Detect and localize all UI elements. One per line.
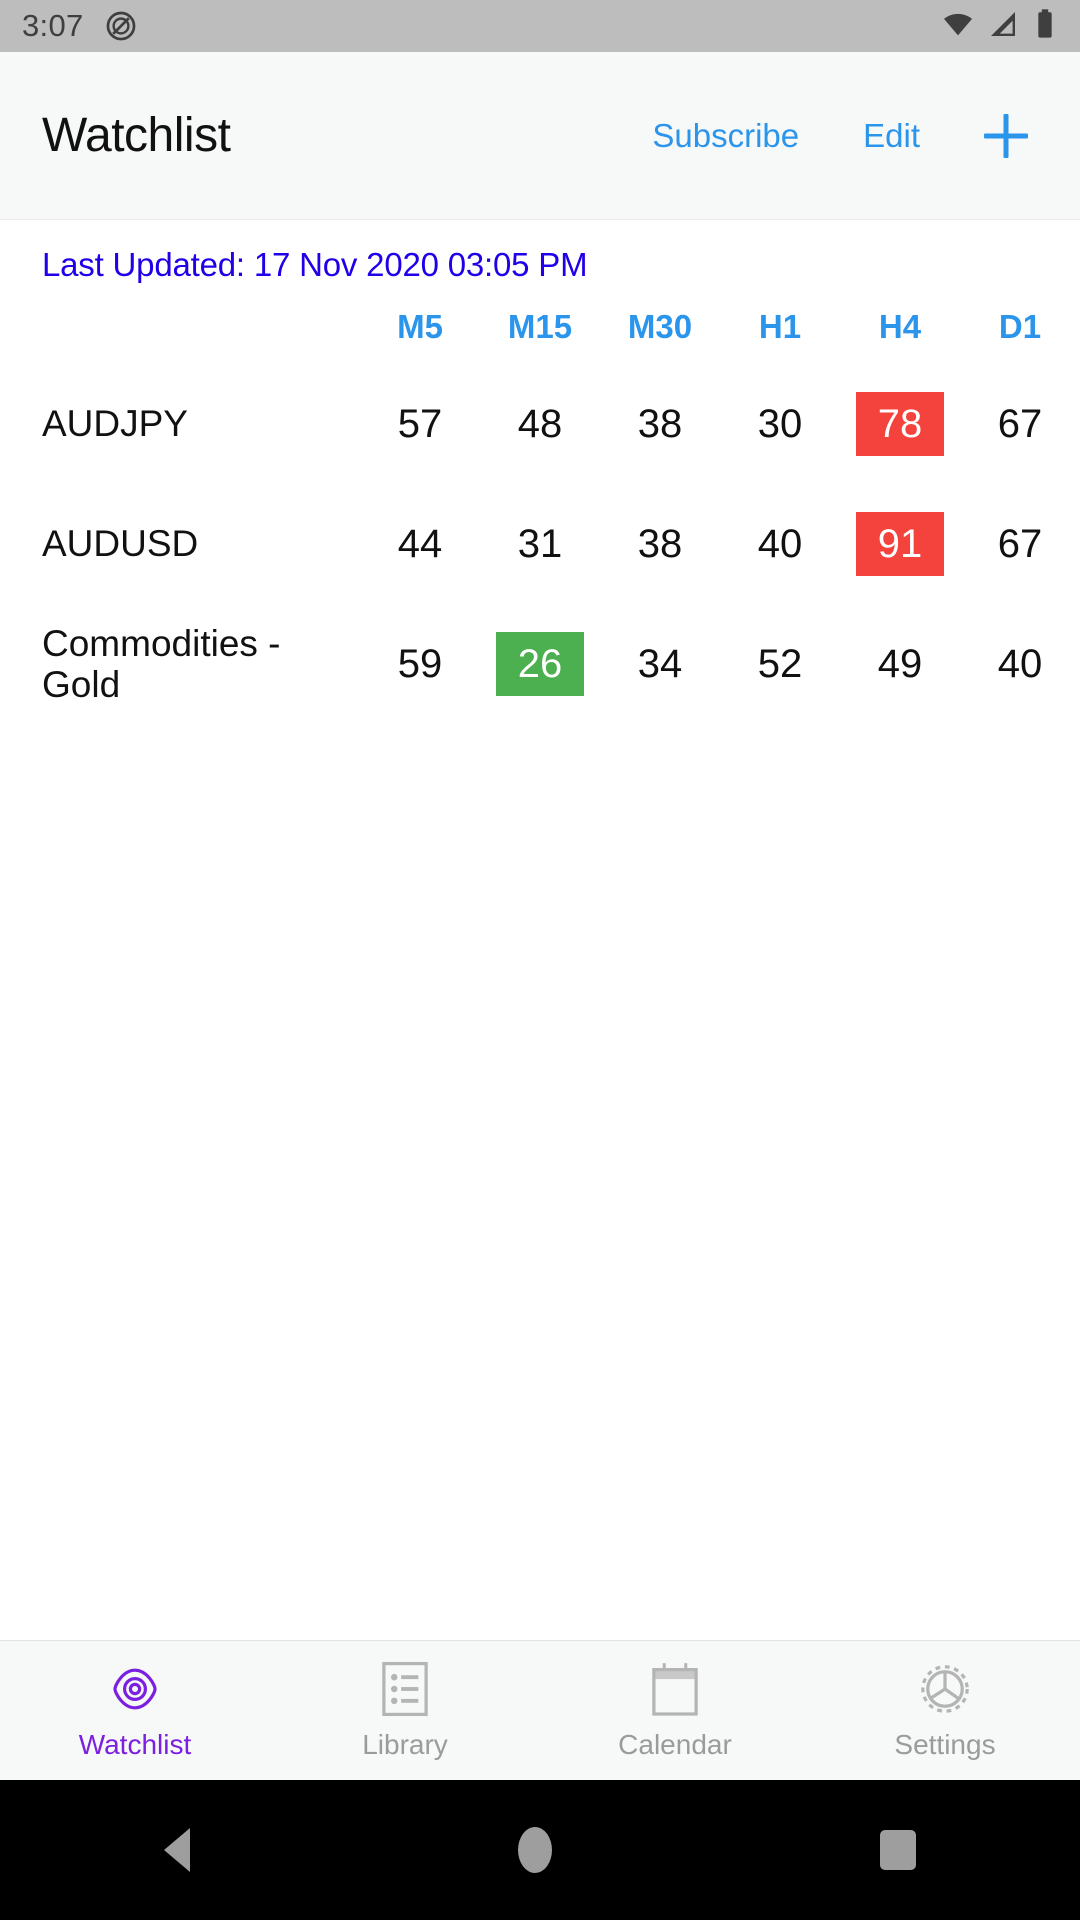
value-cell: 38 bbox=[600, 484, 720, 604]
calendar-icon bbox=[649, 1661, 701, 1717]
value-cell: 31 bbox=[480, 484, 600, 604]
column-header-symbol bbox=[0, 308, 360, 364]
eye-icon bbox=[107, 1661, 163, 1717]
column-header-h1[interactable]: H1 bbox=[720, 308, 840, 364]
bottom-tab-bar: Watchlist Library Calendar Settings bbox=[0, 1640, 1080, 1780]
android-nav-bar bbox=[0, 1780, 1080, 1920]
symbol-label: AUDUSD bbox=[42, 523, 199, 565]
value-cell: 59 bbox=[360, 604, 480, 724]
status-bar-clock: 3:07 bbox=[22, 8, 84, 43]
value-text: 49 bbox=[877, 642, 923, 686]
list-icon bbox=[380, 1661, 430, 1717]
value-cell: 26 bbox=[480, 604, 600, 724]
column-header-m5[interactable]: M5 bbox=[360, 308, 480, 364]
tab-watchlist[interactable]: Watchlist bbox=[0, 1641, 270, 1780]
value-text: 67 bbox=[997, 402, 1043, 446]
value-text: 48 bbox=[517, 402, 563, 446]
value-text: 30 bbox=[757, 402, 803, 446]
value-text: 38 bbox=[637, 402, 683, 446]
gear-icon bbox=[917, 1661, 973, 1717]
value-badge-green: 26 bbox=[495, 632, 585, 696]
symbol-label: AUDJPY bbox=[42, 403, 188, 445]
value-text: 52 bbox=[757, 642, 803, 686]
tab-library[interactable]: Library bbox=[270, 1641, 540, 1780]
value-cell: 52 bbox=[720, 604, 840, 724]
value-text: 38 bbox=[637, 522, 683, 566]
value-cell: 30 bbox=[720, 364, 840, 484]
edit-button[interactable]: Edit bbox=[859, 111, 924, 161]
tab-label-calendar: Calendar bbox=[618, 1728, 732, 1760]
tab-label-library: Library bbox=[362, 1728, 448, 1760]
value-cell: 67 bbox=[960, 484, 1080, 604]
tab-label-settings: Settings bbox=[894, 1728, 996, 1760]
value-text: 59 bbox=[397, 642, 443, 686]
do-not-disturb-icon bbox=[104, 9, 138, 43]
tab-calendar[interactable]: Calendar bbox=[540, 1641, 810, 1780]
table-row[interactable]: AUDUSD 44 31 38 40 91 67 bbox=[0, 484, 1080, 604]
table-header: M5 M15 M30 H1 H4 D1 bbox=[0, 308, 1080, 364]
app-window: 3:07 Watchlist Subscribe Edit Last Updat… bbox=[0, 0, 1080, 1920]
value-text: 44 bbox=[397, 522, 443, 566]
value-text: 40 bbox=[997, 642, 1043, 686]
column-header-m15[interactable]: M15 bbox=[480, 308, 600, 364]
value-cell: 57 bbox=[360, 364, 480, 484]
tab-settings[interactable]: Settings bbox=[810, 1641, 1080, 1780]
battery-icon bbox=[1032, 8, 1058, 45]
value-badge-red: 91 bbox=[855, 512, 945, 576]
value-text: 31 bbox=[517, 522, 563, 566]
value-cell: 38 bbox=[600, 364, 720, 484]
value-text: 57 bbox=[397, 402, 443, 446]
value-cell: 91 bbox=[840, 484, 960, 604]
value-cell: 49 bbox=[840, 604, 960, 724]
recents-square-icon[interactable] bbox=[880, 1830, 916, 1870]
page-title: Watchlist bbox=[42, 109, 231, 162]
column-header-h4[interactable]: H4 bbox=[840, 308, 960, 364]
value-cell: 78 bbox=[840, 364, 960, 484]
value-cell: 40 bbox=[720, 484, 840, 604]
value-text: 40 bbox=[757, 522, 803, 566]
subscribe-button[interactable]: Subscribe bbox=[648, 111, 803, 161]
main-content: Last Updated: 17 Nov 2020 03:05 PM M5 M1… bbox=[0, 220, 1080, 1640]
back-triangle-icon[interactable] bbox=[164, 1828, 190, 1872]
watchlist-table: M5 M15 M30 H1 H4 D1 AUDJPY 57 48 38 30 78 67 AU… bbox=[0, 308, 1080, 724]
symbol-label: Commodities - Gold bbox=[42, 622, 281, 705]
cellular-signal-icon bbox=[987, 8, 1019, 45]
table-header-row: M5 M15 M30 H1 H4 D1 bbox=[0, 308, 1080, 364]
value-cell: 44 bbox=[360, 484, 480, 604]
column-header-d1[interactable]: D1 bbox=[960, 308, 1080, 364]
table-row[interactable]: Commodities - Gold 59 26 34 52 49 40 bbox=[0, 604, 1080, 724]
table-body: AUDJPY 57 48 38 30 78 67 AUDUSD 44 31 38 40 91 67 Comm… bbox=[0, 364, 1080, 724]
tab-label-watchlist: Watchlist bbox=[78, 1728, 192, 1760]
home-circle-icon[interactable] bbox=[518, 1827, 552, 1873]
table-row[interactable]: AUDJPY 57 48 38 30 78 67 bbox=[0, 364, 1080, 484]
value-text: 34 bbox=[637, 642, 683, 686]
value-badge-red: 78 bbox=[855, 392, 945, 456]
value-cell: 34 bbox=[600, 604, 720, 724]
value-cell: 48 bbox=[480, 364, 600, 484]
app-bar: Watchlist Subscribe Edit bbox=[0, 52, 1080, 220]
status-bar: 3:07 bbox=[0, 0, 1080, 52]
column-header-m30[interactable]: M30 bbox=[600, 308, 720, 364]
value-cell: 67 bbox=[960, 364, 1080, 484]
value-cell: 40 bbox=[960, 604, 1080, 724]
status-bar-icons bbox=[942, 8, 1058, 45]
wifi-icon bbox=[942, 8, 974, 45]
add-symbol-button[interactable] bbox=[978, 108, 1034, 164]
last-updated-label: Last Updated: 17 Nov 2020 03:05 PM bbox=[42, 246, 588, 283]
value-text: 67 bbox=[997, 522, 1043, 566]
